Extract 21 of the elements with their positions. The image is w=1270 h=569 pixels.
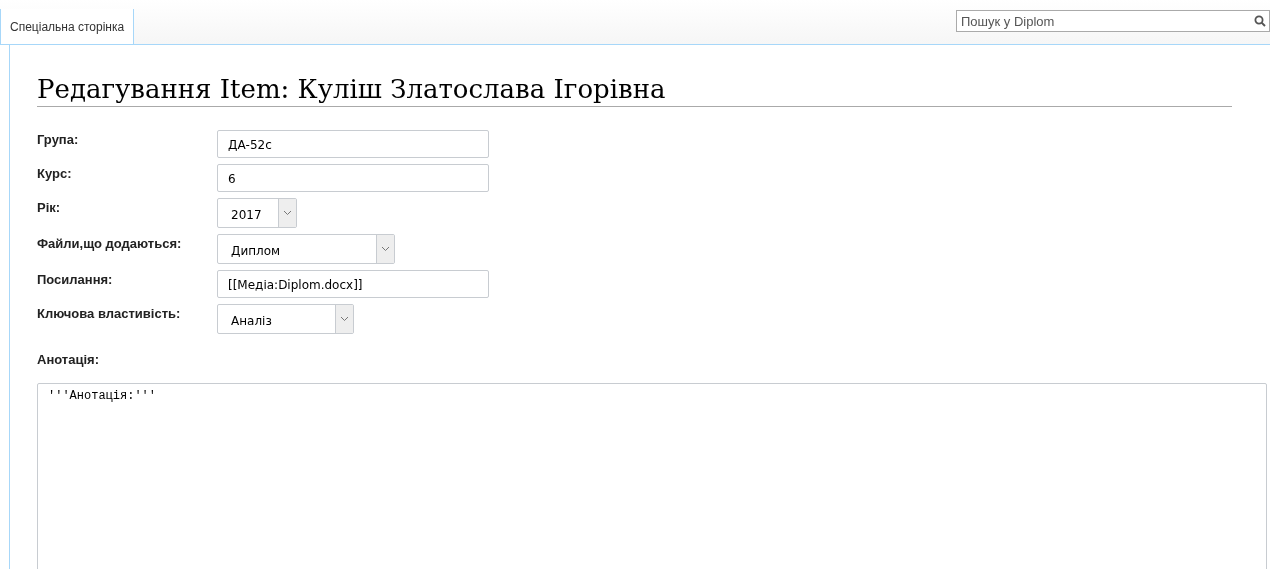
chevron-down-icon [340,316,349,322]
field-label: Файли,що додаються: [37,235,183,253]
field-label: Група: [37,131,80,149]
chevron-down-icon [381,246,390,252]
input-field[interactable]: 6 [217,164,489,192]
field-label: Посилання: [37,271,114,289]
dropdown[interactable]: Диплом [217,234,395,264]
dropdown[interactable]: 2017 [217,198,297,228]
search-icon[interactable] [1254,15,1266,27]
annotation-textarea[interactable]: '''Анотація:''' [37,383,1267,569]
field-label: Курс: [37,165,73,183]
page-heading: Редагування Item: Куліш Златослава Ігорівна [37,74,1232,107]
field-label: Рік: [37,199,62,217]
dropdown[interactable]: Аналіз [217,304,354,334]
input-field[interactable]: [[Медіа:Diplom.docx]] [217,270,489,298]
page-tab[interactable]: Спеціальна сторінка [0,9,135,44]
field-label: Ключова властивість: [37,305,182,323]
search-field[interactable]: Пошук у Diplom [956,10,1270,32]
chevron-down-icon [283,210,292,216]
field-label: Анотація: [37,352,100,367]
input-field[interactable]: ДА-52с [217,130,489,158]
